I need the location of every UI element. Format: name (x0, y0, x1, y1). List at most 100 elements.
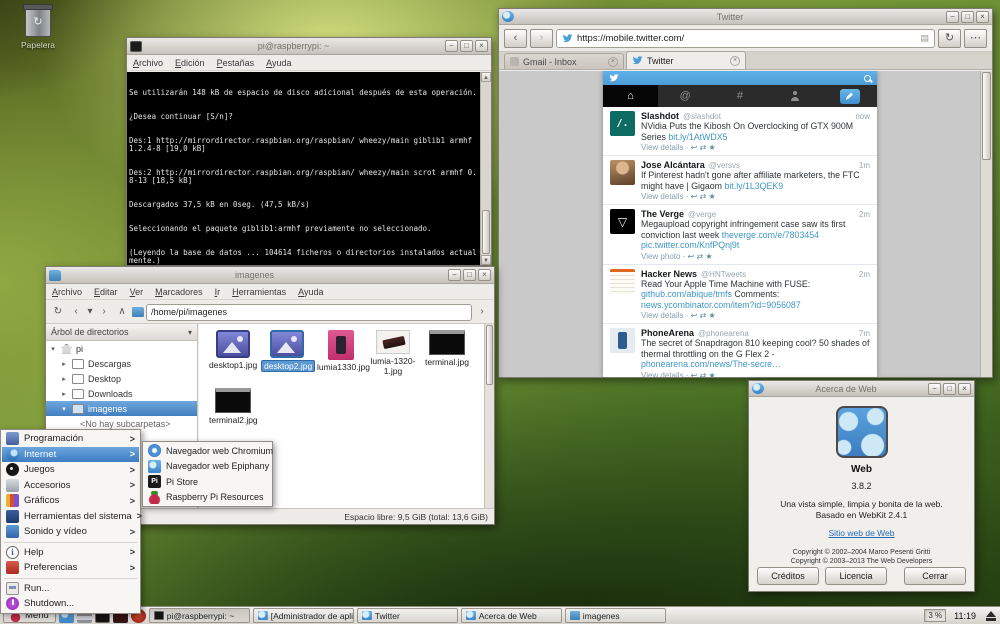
close-button[interactable]: × (478, 269, 491, 281)
submenu-item-chromium[interactable]: Navegador web Chromium (144, 443, 271, 459)
tweet-action-icons[interactable]: · ↩ ⇄ ★ (684, 371, 716, 378)
submenu-item-pistore[interactable]: Pi Store (144, 474, 271, 490)
tweet-author[interactable]: Hacker News (641, 269, 697, 279)
close-button[interactable]: × (976, 11, 989, 23)
submenu-item-epiphany[interactable]: Navegador web Epiphany (144, 459, 271, 475)
credits-button[interactable]: Créditos (757, 567, 819, 585)
fileview-scrollbar[interactable] (484, 324, 494, 508)
close-button[interactable]: × (475, 40, 488, 52)
tweet-link[interactable]: theverge.com/e/7803454 (722, 230, 819, 240)
minimize-button[interactable]: − (946, 11, 959, 23)
license-button[interactable]: Licencia (825, 567, 887, 585)
tweet-action-icons[interactable]: · ↩ ⇄ ★ (680, 252, 712, 261)
tweet[interactable]: /. Slashdot@slashdotnow NVidia Puts the … (603, 107, 877, 156)
back-button[interactable]: ‹ (68, 304, 84, 321)
tree-item-downloads[interactable]: ▸Downloads (46, 386, 197, 401)
minimize-button[interactable]: − (445, 40, 458, 52)
tree-item-pi[interactable]: ▾pi (46, 341, 197, 356)
scrollbar-thumb[interactable] (482, 210, 490, 254)
nav-home-icon[interactable]: ⌂ (603, 85, 658, 107)
scrollbar-thumb[interactable] (486, 325, 493, 385)
tweet-action-icons[interactable]: · ↩ ⇄ ★ (684, 143, 716, 152)
path-field[interactable]: /home/pi/imagenes (146, 304, 472, 321)
menu-ayuda[interactable]: Ayuda (298, 287, 323, 297)
tree-item-imagenes[interactable]: ▾imagenes (46, 401, 197, 416)
website-link[interactable]: Sitio web de Web (829, 528, 895, 538)
tweet[interactable]: ▽ The Verge@verge2m Megaupload copyright… (603, 205, 877, 265)
tweet-author[interactable]: Jose Alcántara (641, 160, 705, 170)
tweet-link[interactable]: news.ycombinator.com/item?id=9056087 (641, 300, 801, 310)
history-dropdown-icon[interactable]: ▾ (86, 304, 94, 321)
close-dialog-button[interactable]: Cerrar (904, 567, 966, 585)
menu-item-herramientas[interactable]: Herramientas del sistema> (2, 509, 139, 525)
maximize-button[interactable]: □ (460, 40, 473, 52)
tweet-action[interactable]: View photo (641, 252, 680, 261)
reader-icon[interactable]: ▤ (920, 33, 929, 44)
tweet-handle[interactable]: @phonearena (698, 329, 749, 338)
tab-close-icon[interactable]: × (730, 56, 740, 66)
tweet-handle[interactable]: @slashdot (683, 112, 721, 121)
tweet[interactable]: Hacker News@HNTweets2m Read Your Apple T… (603, 265, 877, 325)
nav-profile-icon[interactable] (767, 85, 822, 107)
maximize-button[interactable]: □ (943, 383, 956, 395)
filemanager-titlebar[interactable]: imagenes − □ × (46, 267, 494, 284)
menu-item-preferencias[interactable]: Preferencias> (2, 560, 139, 576)
tweet-link[interactable]: bit.ly/1AtWDX5 (668, 132, 727, 142)
taskbar-window-terminal[interactable]: pi@raspberrypi: ~ (149, 608, 250, 623)
taskbar-window-administrador[interactable]: [Administrador de aplica... (253, 608, 354, 623)
tree-item-desktop[interactable]: ▸Desktop (46, 371, 197, 386)
maximize-button[interactable]: □ (961, 11, 974, 23)
taskbar-window-acerca[interactable]: Acerca de Web (461, 608, 562, 623)
tweet-link[interactable]: pic.twitter.com/KnfPQnj9t (641, 240, 739, 250)
compose-button[interactable] (840, 89, 860, 104)
menu-herramientas[interactable]: Herramientas (232, 287, 286, 297)
file-lumia1320[interactable]: lumia-1320-1.jpg (367, 330, 419, 376)
taskbar-window-twitter[interactable]: Twitter (357, 608, 458, 623)
forward-button[interactable]: › (530, 29, 553, 48)
menu-archivo[interactable]: Archivo (133, 58, 163, 68)
url-field[interactable]: https://mobile.twitter.com/ ▤ (556, 29, 935, 48)
menu-item-internet[interactable]: Internet> (2, 447, 139, 463)
pane-toggle-icon[interactable]: › (474, 304, 490, 321)
tweet-handle[interactable]: @verge (688, 210, 716, 219)
tweet-action[interactable]: View details (641, 371, 684, 378)
taskbar-window-imagenes[interactable]: imagenes (565, 608, 666, 623)
menu-button[interactable]: ⋯ (964, 29, 987, 48)
maximize-button[interactable]: □ (463, 269, 476, 281)
scroll-up-icon[interactable]: ▲ (481, 72, 491, 82)
menu-edicion[interactable]: Edición (175, 58, 205, 68)
tweet-action[interactable]: View details (641, 311, 684, 320)
trash-desktop-icon[interactable]: ↻ Papelera (14, 7, 62, 50)
tweet[interactable]: PhoneArena@phonearena7m The secret of Sn… (603, 324, 877, 377)
tweet-link[interactable]: bit.ly/1L3QEK9 (724, 181, 783, 191)
menu-item-sonido[interactable]: Sonido y vídeo> (2, 524, 139, 540)
minimize-button[interactable]: − (448, 269, 461, 281)
browser-titlebar[interactable]: Twitter − □ × (499, 9, 992, 25)
menu-item-help[interactable]: Help> (2, 545, 139, 561)
file-desktop2-selected[interactable]: desktop2.jpg (261, 330, 313, 372)
tweet[interactable]: Jose Alcántara@versvs1m If Pinterest had… (603, 156, 877, 205)
search-icon[interactable] (864, 75, 871, 82)
removable-media-icon[interactable] (984, 610, 997, 622)
nav-hashtag-icon[interactable]: # (713, 85, 768, 107)
tab-twitter[interactable]: Twitter × (626, 51, 746, 69)
tweet-author[interactable]: Slashdot (641, 111, 679, 121)
menu-editar[interactable]: Editar (94, 287, 118, 297)
submenu-item-resources[interactable]: Raspberry Pi Resources (144, 490, 271, 506)
menu-item-graficos[interactable]: Gráficos> (2, 493, 139, 509)
tweet-action-icons[interactable]: · ↩ ⇄ ★ (684, 192, 716, 201)
terminal-output[interactable]: Se utilizarán 148 kB de espacio de disco… (127, 72, 480, 265)
browser-scrollbar[interactable] (980, 71, 992, 377)
minimize-button[interactable]: − (928, 383, 941, 395)
terminal-scrollbar[interactable]: ▲ ▼ (480, 72, 491, 265)
file-desktop1[interactable]: desktop1.jpg (207, 330, 259, 370)
file-terminal[interactable]: terminal.jpg (421, 330, 473, 367)
menu-ayuda[interactable]: Ayuda (266, 58, 291, 68)
menu-item-accesorios[interactable]: Accesorios> (2, 478, 139, 494)
reload-button[interactable]: ↻ (938, 29, 961, 48)
nav-compose[interactable] (822, 85, 877, 107)
terminal-titlebar[interactable]: pi@raspberrypi: ~ − □ × (127, 38, 491, 55)
menu-item-programacion[interactable]: Programación> (2, 431, 139, 447)
tweet-author[interactable]: PhoneArena (641, 328, 694, 338)
tweet-author[interactable]: The Verge (641, 209, 684, 219)
